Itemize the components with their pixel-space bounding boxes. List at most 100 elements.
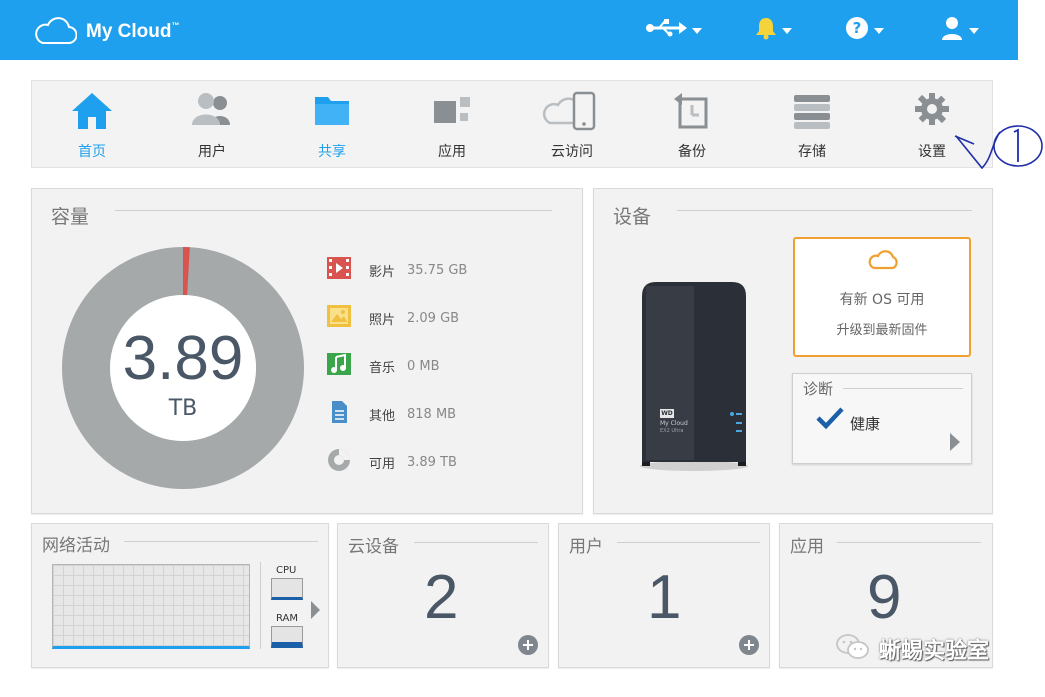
nav-item-cloud-access[interactable]: 云访问 <box>512 81 632 167</box>
usb-menu-button[interactable] <box>645 16 702 44</box>
add-cloud-device-button[interactable] <box>518 635 538 655</box>
ram-label: RAM <box>276 613 299 624</box>
chevron-down-icon <box>692 28 702 34</box>
legend-value: 2.09 GB <box>407 310 460 326</box>
legend-value: 3.89 TB <box>407 454 457 470</box>
cloud-devices-title: 云设备 <box>348 537 399 557</box>
apps-title: 应用 <box>790 537 824 557</box>
users-title: 用户 <box>569 537 603 557</box>
home-icon <box>32 91 152 131</box>
firmware-update-card[interactable]: 有新 OS 可用 升级到最新固件 <box>793 237 971 357</box>
music-icon <box>327 353 351 379</box>
cloud-update-icon <box>868 249 900 275</box>
nav-item-home[interactable]: 首页 <box>32 81 152 167</box>
divider <box>837 542 981 543</box>
document-icon <box>327 401 351 427</box>
nav-item-label: 应用 <box>438 144 466 160</box>
divider <box>617 542 760 543</box>
nav-item-apps[interactable]: 应用 <box>392 81 512 167</box>
nav-item-label: 用户 <box>198 144 226 160</box>
update-title: 有新 OS 可用 <box>839 292 925 308</box>
divider <box>414 542 538 543</box>
diagnostics-card[interactable]: 诊断 健康 <box>792 373 972 464</box>
device-model: EX2 Ultra <box>660 428 684 434</box>
photo-icon <box>327 305 351 331</box>
network-graph <box>52 564 250 649</box>
cpu-meter <box>271 578 303 600</box>
usb-icon <box>645 18 687 42</box>
legend-name: 可用 <box>369 456 396 472</box>
checkmark-icon <box>815 406 845 434</box>
add-user-button[interactable] <box>739 635 759 655</box>
user-icon <box>940 15 964 45</box>
ram-meter <box>271 626 303 648</box>
legend-name: 音乐 <box>369 360 396 376</box>
legend-item-music: 音乐 0 MB <box>327 353 440 379</box>
cloud-devices-count: 2 <box>424 563 459 632</box>
chevron-down-icon <box>969 28 979 34</box>
legend-name: 其他 <box>369 408 396 424</box>
capacity-title: 容量 <box>51 206 90 228</box>
divider <box>124 541 318 542</box>
users-count: 1 <box>647 563 682 632</box>
chevron-right-icon[interactable] <box>949 432 961 456</box>
legend-item-other: 其他 818 MB <box>327 401 456 427</box>
my-cloud-dashboard: My Cloud™ ? 首页 用户 共享 应用 云访问 备份 存储 设置 容量 … <box>0 0 1045 697</box>
help-icon: ? <box>845 16 869 44</box>
cloud-access-icon <box>512 91 632 131</box>
nav-item-users[interactable]: 用户 <box>152 81 272 167</box>
watermark-text: 蜥蜴实验室 <box>879 639 990 664</box>
legend-item-photo: 照片 2.09 GB <box>327 305 459 331</box>
svg-text:?: ? <box>853 19 862 37</box>
network-title: 网络活动 <box>42 536 110 556</box>
wechat-icon <box>835 632 871 666</box>
brand-title: My Cloud™ <box>86 21 180 42</box>
pie-icon <box>327 448 351 476</box>
legend-item-free: 可用 3.89 TB <box>327 449 457 475</box>
nav-item-label: 云访问 <box>551 144 593 160</box>
storage-icon <box>752 91 872 131</box>
backup-icon <box>632 91 752 131</box>
device-label: My Cloud <box>660 420 688 427</box>
cpu-label: CPU <box>276 565 297 576</box>
capacity-total-value: 3.89 <box>122 324 244 393</box>
apps-count: 9 <box>867 563 902 632</box>
users-icon <box>152 91 272 131</box>
bell-icon <box>755 16 777 44</box>
right-gutter <box>1018 0 1045 697</box>
chevron-down-icon <box>874 28 884 34</box>
update-subtitle: 升级到最新固件 <box>836 323 928 338</box>
help-menu-button[interactable]: ? <box>845 16 884 44</box>
nav-item-shares[interactable]: 共享 <box>272 81 392 167</box>
main-nav: 首页 用户 共享 应用 云访问 备份 存储 设置 <box>31 80 993 168</box>
divider <box>260 562 261 649</box>
nav-item-label: 首页 <box>78 144 106 160</box>
alerts-menu-button[interactable] <box>755 16 792 44</box>
capacity-total-unit: TB <box>168 396 198 421</box>
video-icon <box>327 257 351 283</box>
legend-name: 照片 <box>369 312 396 328</box>
legend-value: 818 MB <box>407 406 457 422</box>
chevron-right-icon[interactable] <box>310 600 321 624</box>
nav-item-label: 存储 <box>798 144 826 160</box>
diag-status: 健康 <box>850 415 881 433</box>
legend-value: 35.75 GB <box>407 262 468 278</box>
watermark: 蜥蜴实验室 <box>835 632 989 666</box>
annotation-circle-one <box>954 125 1043 170</box>
legend-value: 0 MB <box>407 358 440 374</box>
device-title: 设备 <box>613 206 652 228</box>
nav-item-storage[interactable]: 存储 <box>752 81 872 167</box>
folder-icon <box>272 91 392 131</box>
diag-title: 诊断 <box>803 380 834 398</box>
divider <box>843 388 963 389</box>
nav-item-backup[interactable]: 备份 <box>632 81 752 167</box>
divider <box>115 210 552 211</box>
legend-item-video: 影片 35.75 GB <box>327 257 467 283</box>
nas-device-image: WD My Cloud EX2 Ultra <box>636 276 752 472</box>
legend-name: 影片 <box>369 264 396 280</box>
top-bar: My Cloud™ ? <box>0 0 1018 60</box>
user-menu-button[interactable] <box>940 16 979 44</box>
device-badge: WD <box>660 409 674 418</box>
nav-item-label: 备份 <box>678 144 706 160</box>
divider <box>677 210 972 211</box>
